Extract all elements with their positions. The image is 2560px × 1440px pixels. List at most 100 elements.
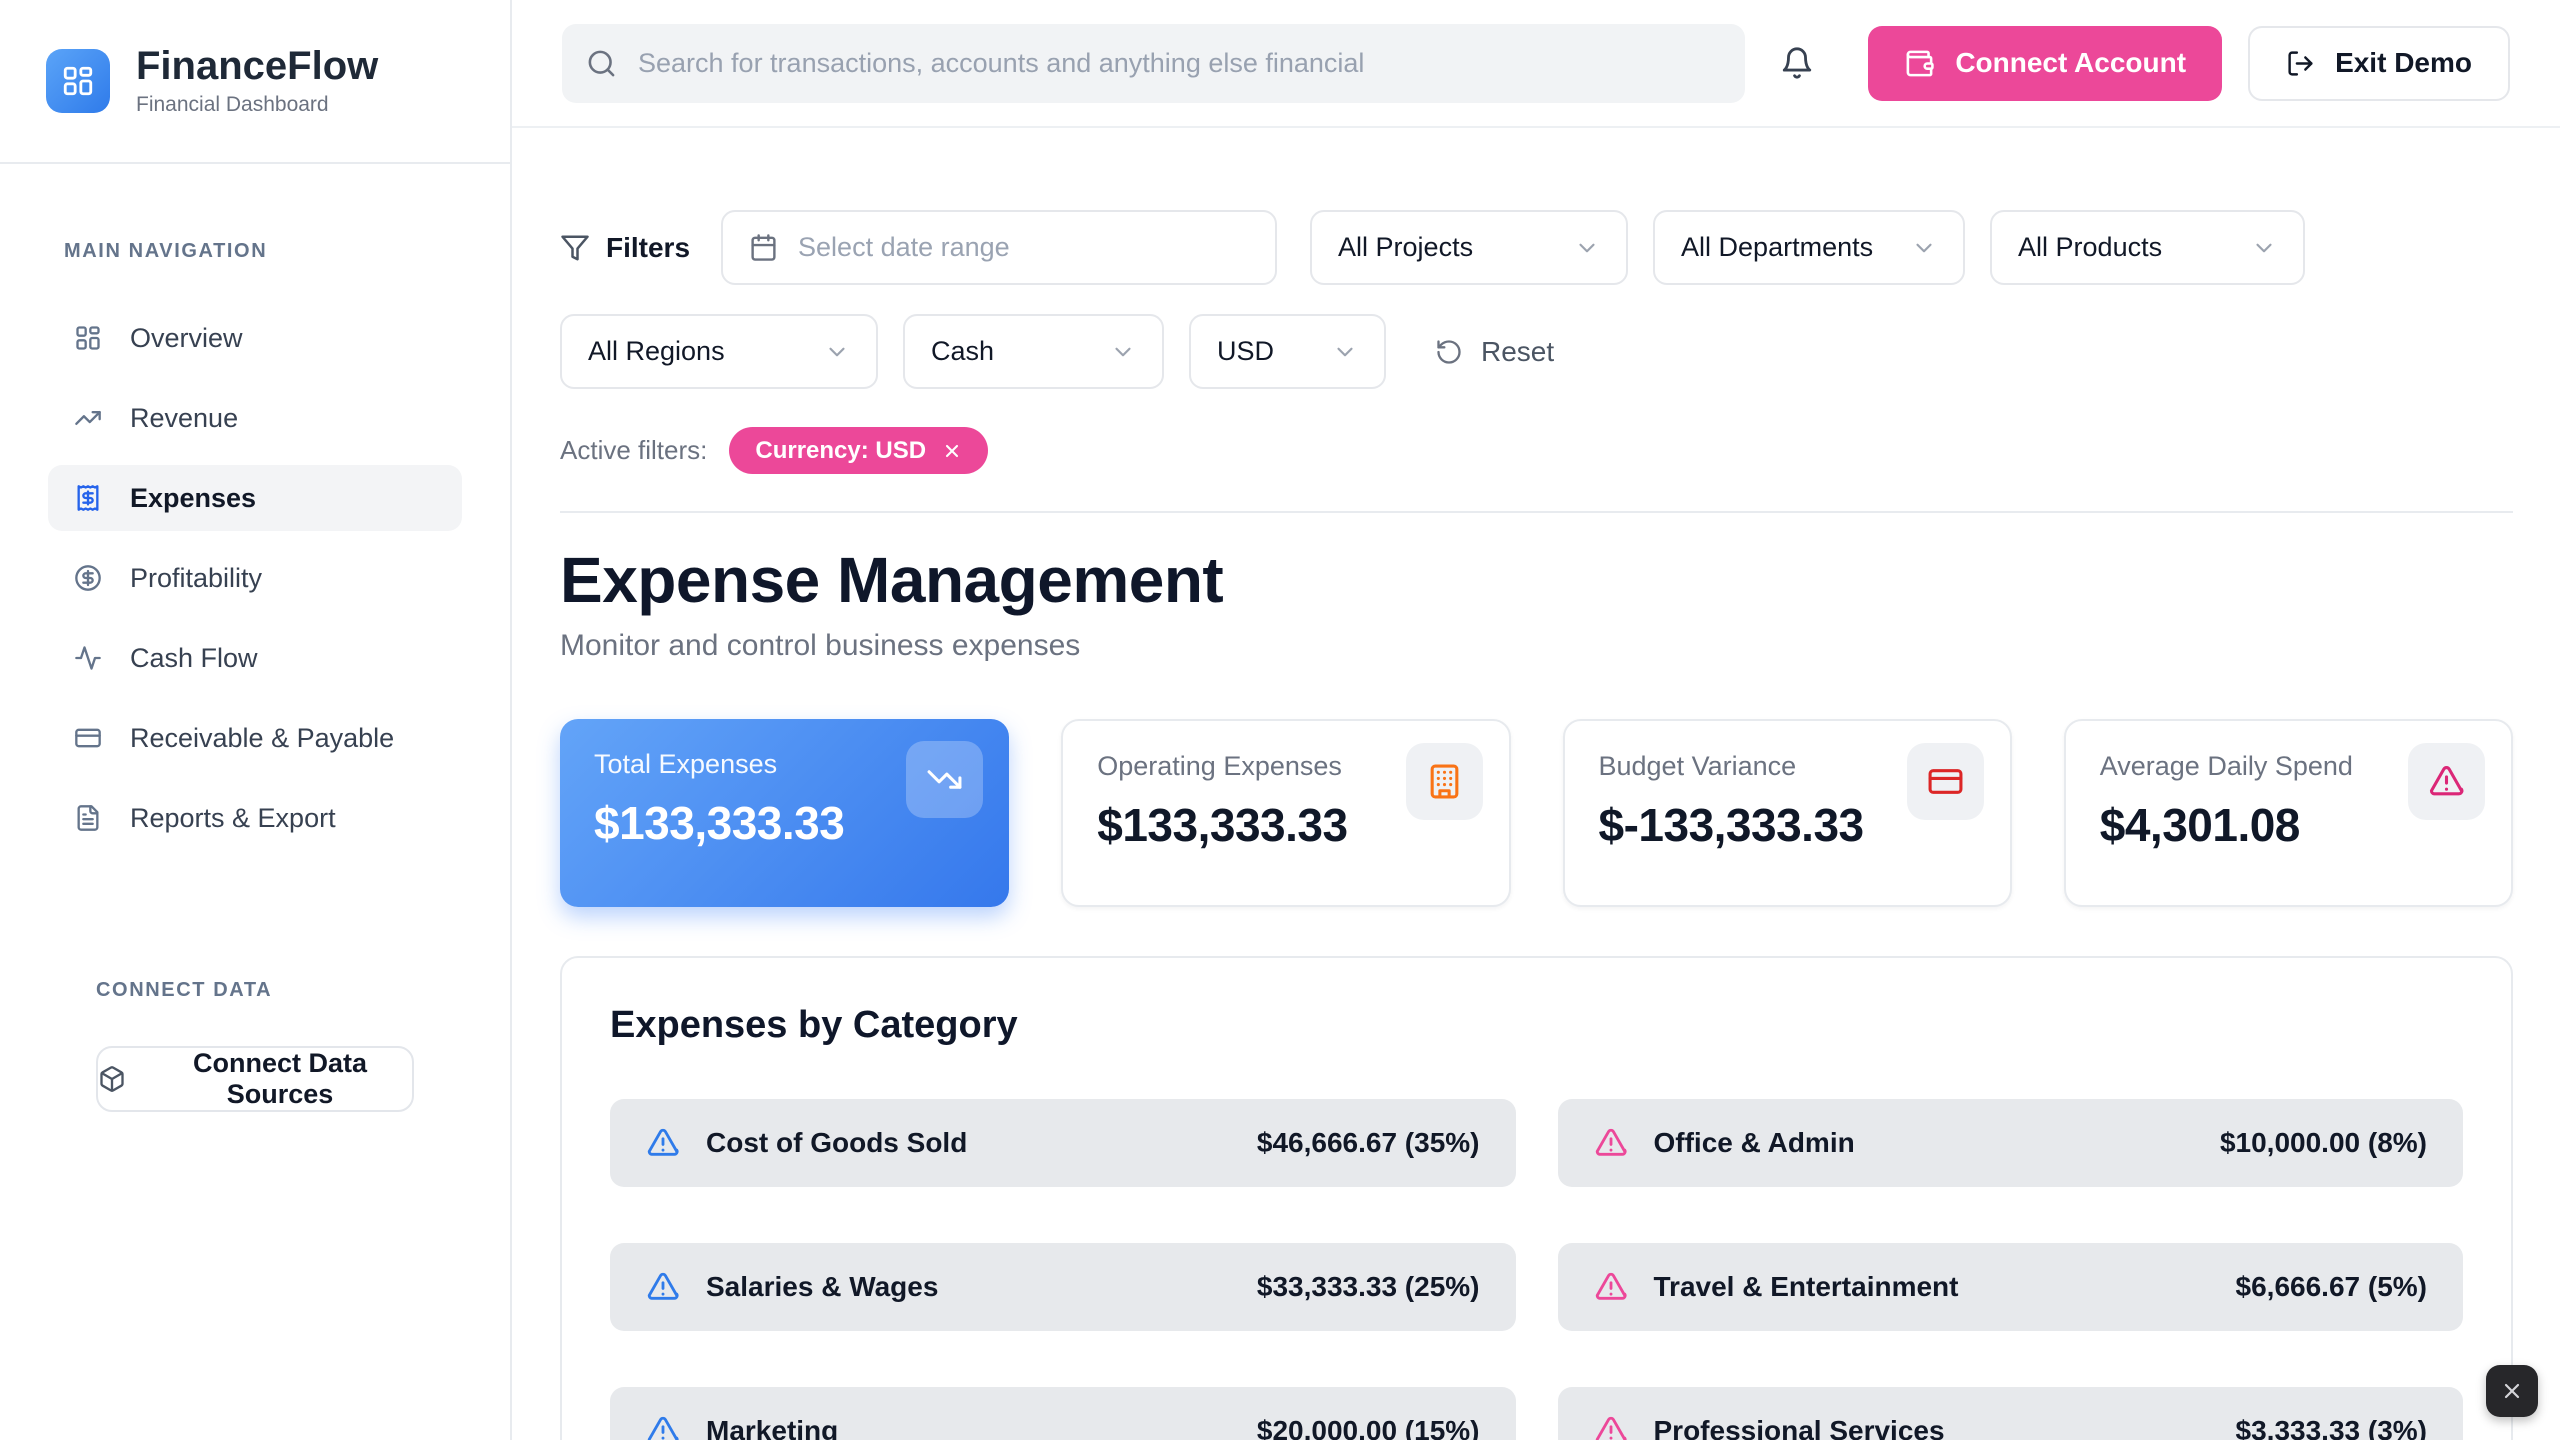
chevron-down-icon <box>1110 339 1136 365</box>
chevron-down-icon <box>1911 235 1937 261</box>
stat-card-average-daily-spend[interactable]: Average Daily Spend $4,301.08 <box>2064 719 2513 907</box>
sidebar-item-revenue[interactable]: Revenue <box>48 385 462 451</box>
category-label: Professional Services <box>1654 1415 1945 1440</box>
exit-demo-button[interactable]: Exit Demo <box>2248 26 2510 101</box>
sidebar-item-label: Profitability <box>130 563 262 594</box>
category-row-office-admin: Office & Admin $10,000.00 (8%) <box>1558 1099 2464 1187</box>
date-range-input[interactable]: Select date range <box>721 210 1277 285</box>
sidebar-item-label: Cash Flow <box>130 643 258 674</box>
search-bar <box>562 24 1745 103</box>
app-title: FinanceFlow <box>136 45 378 87</box>
calendar-icon <box>749 233 778 262</box>
sidebar: FinanceFlow Financial Dashboard MAIN NAV… <box>0 0 512 1440</box>
sidebar-item-expenses[interactable]: Expenses <box>48 465 462 531</box>
bell-icon <box>1780 46 1814 80</box>
stat-icon-chip <box>1406 743 1483 820</box>
stat-card-operating-expenses[interactable]: Operating Expenses $133,333.33 <box>1061 719 1510 907</box>
connect-account-button[interactable]: Connect Account <box>1868 26 2222 101</box>
activity-icon <box>74 644 102 672</box>
sidebar-item-label: Revenue <box>130 403 238 434</box>
sidebar-item-cash-flow[interactable]: Cash Flow <box>48 625 462 691</box>
page-title: Expense Management <box>560 543 2513 617</box>
sidebar-item-receivable-payable[interactable]: Receivable & Payable <box>48 705 462 771</box>
active-filters: Active filters: Currency: USD <box>560 427 2513 474</box>
trending-down-icon <box>926 761 963 798</box>
chevron-down-icon <box>2251 235 2277 261</box>
chevron-down-icon <box>1332 339 1358 365</box>
top-bar: Connect Account Exit Demo <box>512 0 2560 128</box>
filters-row-2: All Regions Cash USD Reset <box>560 314 2513 389</box>
category-row-travel-entertainment: Travel & Entertainment $6,666.67 (5%) <box>1558 1243 2464 1331</box>
alert-triangle-icon <box>646 1414 680 1440</box>
category-value: $3,333.33 (3%) <box>2236 1415 2427 1440</box>
stat-card-budget-variance[interactable]: Budget Variance $-133,333.33 <box>1563 719 2012 907</box>
main-navigation: MAIN NAVIGATION Overview Revenue Expense… <box>0 164 510 1112</box>
projects-select[interactable]: All Projects <box>1310 210 1628 285</box>
category-grid: Cost of Goods Sold $46,666.67 (35%) Offi… <box>610 1099 2463 1440</box>
trending-up-icon <box>74 404 102 432</box>
sidebar-item-profitability[interactable]: Profitability <box>48 545 462 611</box>
reset-filters-button[interactable]: Reset <box>1435 336 1554 368</box>
app-window: FinanceFlow Financial Dashboard MAIN NAV… <box>0 0 2560 1440</box>
payment-method-select[interactable]: Cash <box>903 314 1164 389</box>
filters-row-1: Filters Select date range All Projects A… <box>560 210 2513 285</box>
filters-title: Filters <box>560 232 690 264</box>
category-row-marketing: Marketing $20,000.00 (15%) <box>610 1387 1516 1440</box>
log-out-icon <box>2286 49 2315 78</box>
section-divider <box>560 511 2513 513</box>
category-row-salaries-wages: Salaries & Wages $33,333.33 (25%) <box>610 1243 1516 1331</box>
page-content: Filters Select date range All Projects A… <box>512 128 2560 1440</box>
sidebar-item-label: Receivable & Payable <box>130 723 394 754</box>
funnel-icon <box>560 233 590 263</box>
sidebar-item-label: Expenses <box>130 483 256 514</box>
stat-icon-chip <box>2408 743 2485 820</box>
expenses-by-category-title: Expenses by Category <box>610 1004 2463 1047</box>
connect-data-sources-button[interactable]: Connect Data Sources <box>96 1046 414 1112</box>
stats-grid: Total Expenses $133,333.33 Operating Exp… <box>560 719 2513 907</box>
file-text-icon <box>74 804 102 832</box>
category-value: $46,666.67 (35%) <box>1257 1127 1480 1159</box>
regions-select[interactable]: All Regions <box>560 314 878 389</box>
layout-dashboard-icon <box>74 324 102 352</box>
page-subtitle: Monitor and control business expenses <box>560 629 2513 663</box>
expenses-by-category-card: Expenses by Category Cost of Goods Sold … <box>560 956 2513 1440</box>
chevron-down-icon <box>824 339 850 365</box>
building-icon <box>1426 763 1463 800</box>
receipt-icon <box>74 484 102 512</box>
alert-triangle-icon <box>646 1126 680 1160</box>
stat-card-total-expenses[interactable]: Total Expenses $133,333.33 <box>560 719 1009 907</box>
credit-card-icon <box>74 724 102 752</box>
overlay-close-button[interactable] <box>2486 1365 2538 1417</box>
stat-icon-chip <box>1907 743 1984 820</box>
sidebar-item-reports-export[interactable]: Reports & Export <box>48 785 462 851</box>
category-label: Salaries & Wages <box>706 1271 938 1303</box>
category-value: $10,000.00 (8%) <box>2220 1127 2427 1159</box>
alert-triangle-icon <box>1594 1414 1628 1440</box>
category-label: Travel & Entertainment <box>1654 1271 1959 1303</box>
close-icon[interactable] <box>942 441 962 461</box>
alert-triangle-icon <box>1594 1126 1628 1160</box>
sidebar-item-overview[interactable]: Overview <box>48 305 462 371</box>
notifications-button[interactable] <box>1780 46 1814 80</box>
currency-filter-chip[interactable]: Currency: USD <box>729 427 988 474</box>
departments-select[interactable]: All Departments <box>1653 210 1965 285</box>
search-icon <box>586 48 617 79</box>
circle-dollar-icon <box>74 564 102 592</box>
connect-data-label: CONNECT DATA <box>96 979 414 1002</box>
alert-triangle-icon <box>2428 763 2465 800</box>
wallet-icon <box>1904 48 1935 79</box>
search-input[interactable] <box>562 24 1745 103</box>
category-label: Cost of Goods Sold <box>706 1127 967 1159</box>
category-row-cost-of-goods-sold: Cost of Goods Sold $46,666.67 (35%) <box>610 1099 1516 1187</box>
stat-icon-chip <box>906 741 983 818</box>
currency-select[interactable]: USD <box>1189 314 1386 389</box>
app-logo: FinanceFlow Financial Dashboard <box>0 0 510 164</box>
nav-section-label: MAIN NAVIGATION <box>64 240 462 263</box>
alert-triangle-icon <box>1594 1270 1628 1304</box>
close-icon <box>2500 1379 2524 1403</box>
products-select[interactable]: All Products <box>1990 210 2305 285</box>
app-logo-badge <box>46 49 110 113</box>
rotate-ccw-icon <box>1435 338 1463 366</box>
sidebar-item-label: Reports & Export <box>130 803 336 834</box>
alert-triangle-icon <box>646 1270 680 1304</box>
